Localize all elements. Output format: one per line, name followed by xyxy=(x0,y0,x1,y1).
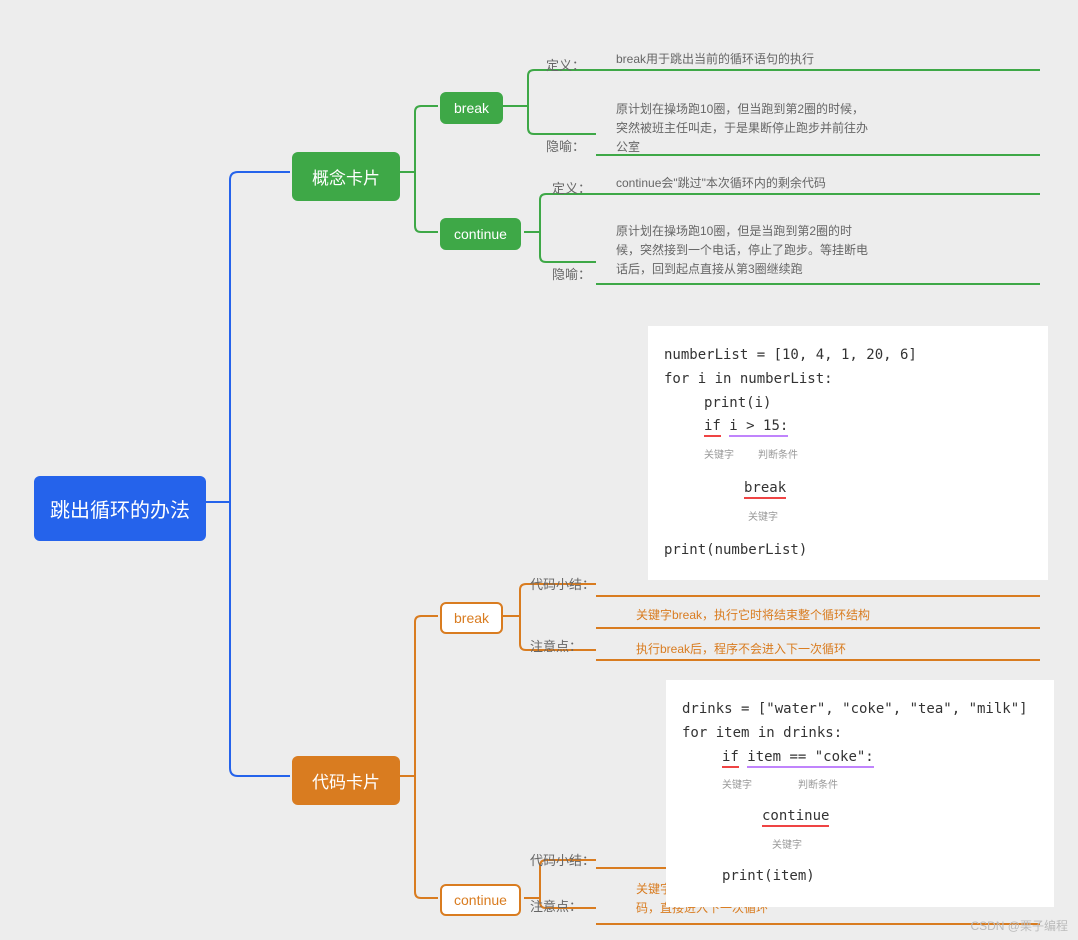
code-line: for i in numberList: xyxy=(664,368,1032,392)
continue-def-text: continue会"跳过"本次循环内的剩余代码 xyxy=(616,174,826,193)
note-label: 注意点： xyxy=(530,636,582,655)
code-annotation: 关键字判断条件 xyxy=(682,773,1038,797)
note-label: 注意点： xyxy=(530,896,582,915)
concept-card-node[interactable]: 概念卡片 xyxy=(292,152,400,201)
continue-code-block: drinks = ["water", "coke", "tea", "milk"… xyxy=(666,680,1054,907)
code-line: break xyxy=(664,477,1032,501)
code-line: drinks = ["water", "coke", "tea", "milk"… xyxy=(682,698,1038,722)
concept-break-node[interactable]: break xyxy=(440,92,503,124)
code-summary-label: 代码小结： xyxy=(530,574,595,593)
code-card-node[interactable]: 代码卡片 xyxy=(292,756,400,805)
def-label: 定义： xyxy=(546,55,585,74)
meta-label: 隐喻： xyxy=(546,136,585,155)
code-break-node[interactable]: break xyxy=(440,602,503,634)
root-node[interactable]: 跳出循环的办法 xyxy=(34,476,206,541)
code-line: if item == "coke": xyxy=(682,746,1038,770)
code-line: numberList = [10, 4, 1, 20, 6] xyxy=(664,344,1032,368)
break-meta-text: 原计划在操场跑10圈，但当跑到第2圈的时候，突然被班主任叫走，于是果断停止跑步并… xyxy=(616,100,876,158)
code-line: print(i) xyxy=(664,392,1032,416)
code-line: continue xyxy=(682,805,1038,829)
break-def-text: break用于跳出当前的循环语句的执行 xyxy=(616,50,814,69)
concept-continue-node[interactable]: continue xyxy=(440,218,521,250)
code-annotation: 关键字 xyxy=(664,505,1032,529)
code-continue-node[interactable]: continue xyxy=(440,884,521,916)
break-note1: 关键字break，执行它时将结束整个循环结构 xyxy=(636,606,870,625)
code-line: print(item) xyxy=(682,865,1038,889)
break-note2: 执行break后，程序不会进入下一次循环 xyxy=(636,640,846,659)
code-line: print(numberList) xyxy=(664,539,1032,563)
code-line: for item in drinks: xyxy=(682,722,1038,746)
watermark-text: CSDN @栗子编程 xyxy=(970,917,1068,934)
code-line: if i > 15: xyxy=(664,415,1032,439)
code-annotation: 关键字判断条件 xyxy=(664,443,1032,467)
continue-meta-text: 原计划在操场跑10圈，但是当跑到第2圈的时候，突然接到一个电话，停止了跑步。等挂… xyxy=(616,222,876,280)
code-annotation: 关键字 xyxy=(682,833,1038,857)
meta-label: 隐喻： xyxy=(552,264,591,283)
code-summary-label: 代码小结： xyxy=(530,850,595,869)
def-label: 定义： xyxy=(552,178,591,197)
break-code-block: numberList = [10, 4, 1, 20, 6] for i in … xyxy=(648,326,1048,580)
